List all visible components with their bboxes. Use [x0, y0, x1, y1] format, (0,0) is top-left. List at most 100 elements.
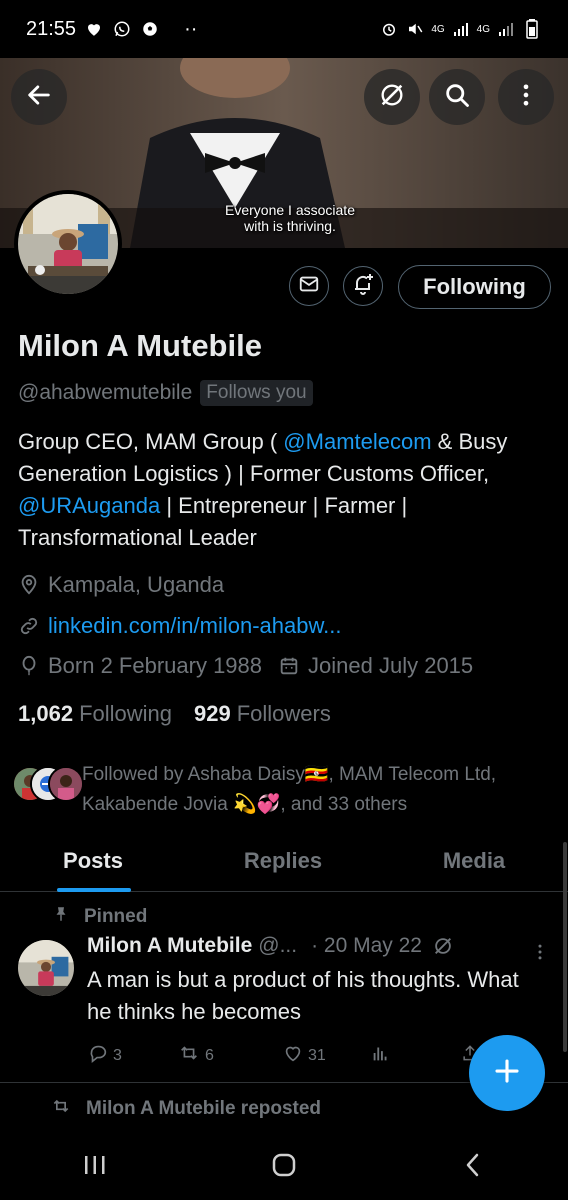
profile-bio: Group CEO, MAM Group ( @Mamtelecom & Bus… [18, 426, 548, 554]
mail-icon [298, 273, 320, 300]
tab-media[interactable]: Media [380, 830, 568, 891]
tweet-author-handle[interactable]: @... [258, 934, 297, 958]
repost-icon [50, 1096, 72, 1122]
reposted-text: Milon A Mutebile reposted [86, 1098, 322, 1119]
website-row: linkedin.com/in/milon-ahabw... [18, 613, 341, 639]
tab-posts[interactable]: Posts [0, 830, 186, 892]
mute-icon [405, 19, 425, 39]
tweet-author-name[interactable]: Milon A Mutebile [87, 934, 252, 958]
football-icon [140, 19, 160, 39]
profile-avatar[interactable] [14, 190, 122, 298]
back-arrow-icon [25, 81, 53, 114]
born-text: Born 2 February 1988 [48, 653, 263, 678]
more-vertical-icon [512, 81, 540, 114]
tab-replies-label: Replies [243, 847, 323, 873]
following-label: Following [79, 701, 172, 726]
tweet-actions: 3 6 31 [87, 1042, 507, 1069]
tab-media-label: Media [442, 847, 506, 873]
bio-text-1: Group CEO, MAM Group ( [18, 429, 284, 454]
pin-icon [52, 905, 70, 929]
profile-name: Milon A Mutebile [18, 328, 262, 363]
tweet-avatar[interactable] [18, 940, 74, 996]
caption-line-2: with is thriving. [244, 218, 336, 234]
message-button[interactable] [289, 266, 329, 306]
followed-by-row[interactable]: Followed by Ashaba Daisy🇺🇬, MAM Telecom … [12, 760, 560, 820]
network-type-2: 4G [476, 23, 490, 35]
location-row: Kampala, Uganda [18, 572, 224, 598]
caption-line-1: Everyone I associate [225, 202, 355, 218]
reply-count: 3 [113, 1046, 122, 1064]
tweet-date[interactable]: · 20 May 22 [311, 934, 422, 958]
banner-caption: Everyone I associate with is thriving. [200, 202, 380, 234]
home-icon [271, 1152, 297, 1183]
dates-row: Born 2 February 1988 Joined July 2015 [18, 653, 473, 679]
heart-icon [84, 19, 104, 39]
location-icon [18, 574, 40, 596]
views-icon [370, 1042, 392, 1069]
followers-label: Followers [236, 701, 331, 726]
following-stat[interactable]: 1,062 Following [18, 701, 172, 727]
alarm-icon [379, 19, 399, 39]
balloon-icon [18, 655, 40, 677]
reposted-label-row: Milon A Mutebile reposted [50, 1096, 321, 1122]
network-type-1: 4G [431, 23, 445, 35]
back-button[interactable] [11, 69, 67, 125]
mutual-followers-avatars [12, 766, 84, 806]
joined-text: Joined July 2015 [308, 653, 474, 678]
recent-apps-icon [82, 1154, 108, 1181]
handle-row: @ahabwemutebile Follows you [18, 380, 313, 406]
tweet-header: Milon A Mutebile @... · 20 May 22 [87, 934, 454, 958]
pinned-text: Pinned [84, 906, 148, 927]
compose-button[interactable] [469, 1035, 545, 1111]
like-count: 31 [308, 1046, 326, 1064]
more-options-button[interactable] [498, 69, 554, 125]
reply-icon [87, 1042, 109, 1069]
grok-button[interactable] [364, 69, 420, 125]
repost-icon [177, 1042, 201, 1069]
reply-button[interactable]: 3 [87, 1042, 177, 1069]
plus-icon [492, 1056, 522, 1091]
avatar-image [18, 194, 118, 294]
repost-count: 6 [205, 1046, 214, 1064]
recent-apps-button[interactable] [65, 1142, 125, 1192]
grok-icon[interactable] [432, 935, 454, 957]
status-bar: 21:55 ·· 4G 4G [0, 0, 568, 58]
more-notifications-dots: ·· [184, 17, 198, 40]
website-link[interactable]: linkedin.com/in/milon-ahabw... [48, 613, 341, 639]
bell-plus-icon [351, 272, 375, 301]
tweet-avatar-image [18, 940, 74, 996]
pinned-label-row: Pinned [52, 905, 147, 929]
tab-replies[interactable]: Replies [186, 830, 380, 891]
grok-icon [378, 81, 406, 114]
follow-stats: 1,062 Following 929 Followers [18, 701, 331, 727]
follows-you-badge: Follows you [200, 380, 313, 406]
scrollbar[interactable] [563, 842, 567, 1052]
followed-by-text: Followed by Ashaba Daisy🇺🇬, MAM Telecom … [82, 764, 497, 815]
followers-stat[interactable]: 929 Followers [194, 701, 331, 727]
views-button[interactable] [370, 1042, 460, 1069]
system-navigation-bar [0, 1134, 568, 1200]
search-icon [443, 81, 471, 114]
like-icon [282, 1042, 304, 1069]
profile-tabs: Posts Replies Media [0, 830, 568, 892]
repost-button[interactable]: 6 [177, 1042, 282, 1069]
whatsapp-icon [112, 19, 132, 39]
tweet-more-icon[interactable] [530, 942, 550, 967]
link-icon [18, 615, 40, 637]
mention-mamtelecom-link[interactable]: @Mamtelecom [283, 429, 431, 454]
following-count: 1,062 [18, 701, 74, 726]
search-button[interactable] [429, 69, 485, 125]
like-button[interactable]: 31 [282, 1042, 370, 1069]
system-back-button[interactable] [443, 1142, 503, 1192]
tab-posts-label: Posts [63, 847, 123, 873]
mention-urauganda-link[interactable]: @URAuganda [18, 493, 160, 518]
notifications-button[interactable] [343, 266, 383, 306]
chevron-left-icon [462, 1152, 484, 1183]
calendar-icon [278, 655, 300, 677]
signal-icon-2 [496, 19, 516, 39]
location-text: Kampala, Uganda [48, 572, 225, 597]
status-time: 21:55 [26, 17, 77, 40]
home-button[interactable] [254, 1142, 314, 1192]
followers-count: 929 [194, 701, 231, 726]
following-button[interactable]: Following [398, 265, 551, 309]
